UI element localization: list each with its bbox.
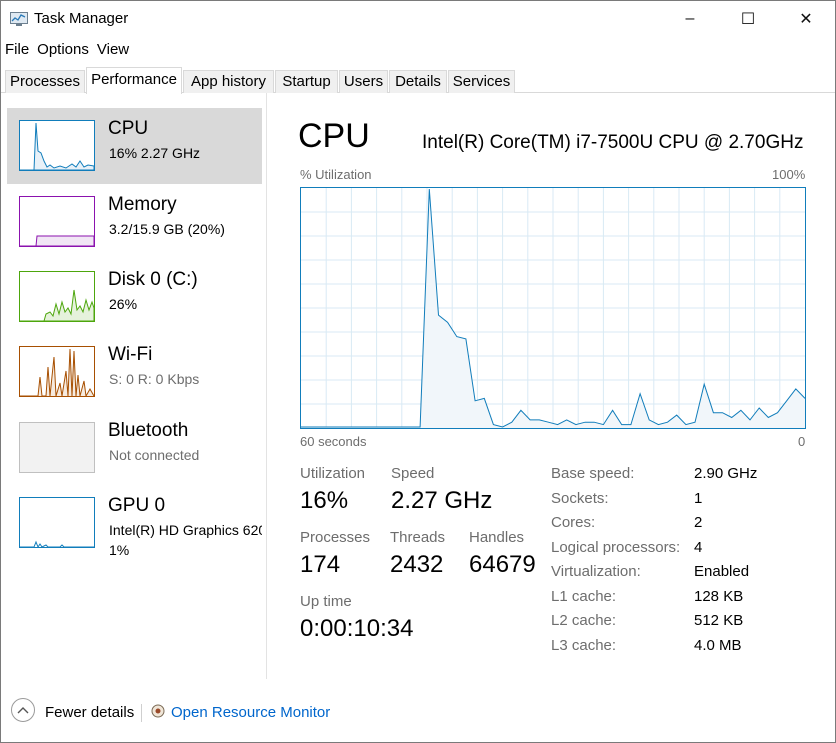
processes-value: 174 (300, 551, 341, 578)
speed-label: Speed (391, 465, 435, 482)
close-icon: ✕ (799, 11, 813, 28)
sidebar-item-bluetooth-detail: Not connected (109, 447, 200, 463)
sidebar-item-bluetooth[interactable]: Bluetooth Not connected (7, 410, 262, 486)
speed-value: 2.27 GHz (391, 487, 493, 514)
sidebar-item-wifi-title: Wi-Fi (108, 344, 153, 365)
spec-value-sockets: 1 (694, 490, 703, 507)
tab-app-history[interactable]: App history (183, 70, 274, 93)
sidebar-item-disk-detail: 26% (109, 296, 138, 312)
tab-details[interactable]: Details (389, 70, 447, 93)
sidebar-item-gpu-title: GPU 0 (108, 495, 166, 516)
wifi-thumbnail-svg (20, 348, 94, 396)
performance-sidebar: CPU 16% 2.27 GHz Memory 3.2/15.9 GB (20%… (1, 93, 267, 679)
page-title: CPU (298, 117, 370, 155)
maximize-icon: ☐ (740, 11, 756, 28)
sidebar-item-cpu-title: CPU (108, 118, 149, 139)
spec-label-logical-processors: Logical processors: (551, 539, 681, 556)
cpu-utilization-graph (300, 187, 806, 429)
wifi-thumbnail-graph (19, 346, 95, 397)
maximize-button[interactable]: ☐ (725, 1, 771, 37)
threads-value: 2432 (390, 551, 444, 578)
gpu-model-clip: Intel(R) HD Graphics 620 (109, 522, 262, 540)
spec-value-cores: 2 (694, 514, 703, 531)
graph-x-min: 0 (798, 434, 806, 449)
gpu-thumbnail-graph (19, 497, 95, 548)
memory-thumbnail-graph (19, 196, 95, 247)
uptime-value: 0:00:10:34 (300, 615, 414, 642)
bluetooth-thumbnail-graph (19, 422, 95, 473)
spec-label-l3-cache: L3 cache: (551, 637, 617, 654)
tab-services[interactable]: Services (448, 70, 515, 93)
handles-label: Handles (469, 529, 525, 546)
spec-label-cores: Cores: (551, 514, 596, 531)
cpu-model-name: Intel(R) Core(TM) i7-7500U CPU @ 2.70GHz (422, 132, 804, 153)
sidebar-item-disk[interactable]: Disk 0 (C:) 26% (7, 259, 262, 335)
menu-options[interactable]: Options (33, 39, 93, 61)
minimize-icon: – (685, 10, 695, 27)
sidebar-item-memory[interactable]: Memory 3.2/15.9 GB (20%) (7, 184, 262, 260)
graph-x-time: 60 seconds (300, 434, 367, 449)
utilization-value: 16% (300, 487, 349, 514)
spec-value-l1-cache: 128 KB (694, 588, 744, 605)
graph-y-label: % Utilization (300, 167, 372, 182)
spec-label-l2-cache: L2 cache: (551, 612, 617, 629)
disk-thumbnail-svg (20, 289, 94, 321)
spec-label-virtualization: Virtualization: (551, 563, 641, 580)
sidebar-item-wifi-detail: S: 0 R: 0 Kbps (109, 371, 200, 387)
footer-separator (141, 704, 142, 722)
spec-label-sockets: Sockets: (551, 490, 609, 507)
graph-y-max: 100% (772, 167, 806, 182)
sidebar-item-cpu-detail: 16% 2.27 GHz (109, 145, 201, 161)
processes-label: Processes (300, 529, 371, 546)
sidebar-item-memory-detail: 3.2/15.9 GB (20%) (109, 221, 225, 237)
close-button[interactable]: ✕ (783, 1, 829, 37)
minimize-button[interactable]: – (667, 1, 713, 37)
sidebar-item-disk-title: Disk 0 (C:) (108, 269, 198, 290)
sidebar-item-gpu[interactable]: GPU 0 Intel(R) HD Graphics 620 1% (7, 485, 262, 571)
task-manager-window: Task Manager – ☐ ✕ File Options View Pro… (0, 0, 836, 743)
sidebar-item-gpu-model: Intel(R) HD Graphics 620 (109, 522, 262, 538)
spec-value-logical-processors: 4 (694, 539, 703, 556)
open-resource-monitor-link[interactable]: Open Resource Monitor (171, 704, 330, 721)
spec-value-l3-cache: 4.0 MB (694, 637, 742, 654)
spec-label-base-speed: Base speed: (551, 465, 635, 482)
task-manager-icon (10, 12, 28, 26)
cpu-thumbnail-svg (20, 122, 94, 170)
title-bar[interactable]: Task Manager – ☐ ✕ (1, 1, 835, 37)
tab-processes[interactable]: Processes (5, 70, 85, 93)
sidebar-item-cpu[interactable]: CPU 16% 2.27 GHz (7, 108, 262, 184)
sidebar-item-wifi[interactable]: Wi-Fi S: 0 R: 0 Kbps (7, 334, 262, 410)
cpu-utilization-graph-svg (301, 188, 805, 428)
spec-value-virtualization: Enabled (694, 563, 750, 580)
disk-thumbnail-graph (19, 271, 95, 322)
menu-bar: File Options View (1, 39, 133, 61)
sidebar-divider (266, 93, 267, 679)
gpu-thumbnail-svg (20, 540, 94, 547)
fewer-details-link[interactable]: Fewer details (45, 704, 134, 721)
threads-label: Threads (390, 529, 446, 546)
tab-performance[interactable]: Performance (86, 67, 182, 94)
resource-monitor-icon (151, 704, 165, 718)
sidebar-item-bluetooth-title: Bluetooth (108, 420, 189, 441)
spec-value-l2-cache: 512 KB (694, 612, 744, 629)
tab-strip: Processes Performance App history Startu… (1, 67, 835, 94)
uptime-label: Up time (300, 593, 352, 610)
footer-bar: Fewer details Open Resource Monitor (1, 691, 835, 737)
menu-file[interactable]: File (1, 39, 33, 61)
window-title: Task Manager (34, 10, 129, 27)
fewer-details-button[interactable] (11, 698, 35, 722)
utilization-label: Utilization (300, 465, 366, 482)
chevron-up-icon (17, 707, 29, 714)
sidebar-item-gpu-usage: 1% (109, 542, 130, 558)
tab-startup[interactable]: Startup (275, 70, 338, 93)
spec-value-base-speed: 2.90 GHz (694, 465, 758, 482)
spec-label-l1-cache: L1 cache: (551, 588, 617, 605)
tab-users[interactable]: Users (339, 70, 388, 93)
menu-view[interactable]: View (93, 39, 133, 61)
handles-value: 64679 (469, 551, 536, 578)
sidebar-item-memory-title: Memory (108, 194, 177, 215)
memory-thumbnail-svg (20, 235, 94, 246)
cpu-thumbnail-graph (19, 120, 95, 171)
